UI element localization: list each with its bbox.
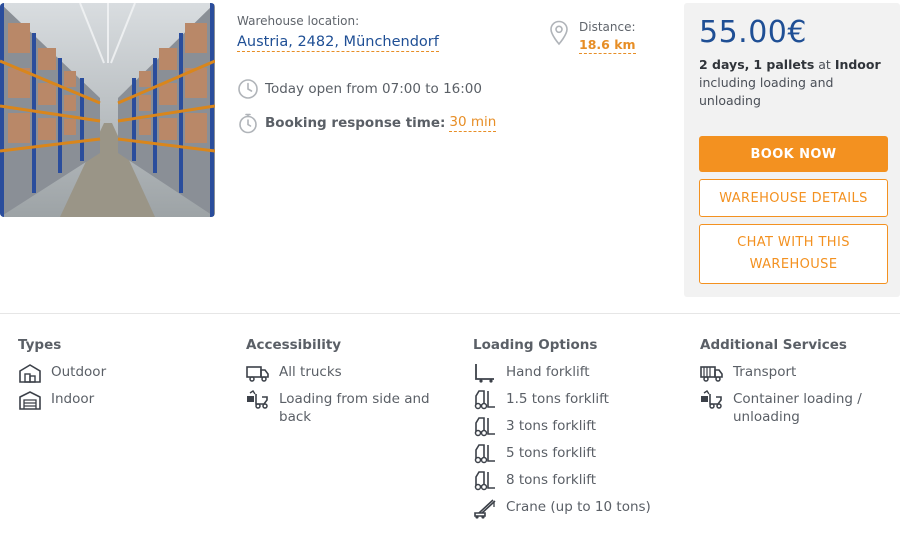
loading-label: 8 tons forklift [506,472,597,488]
booking-summary: 2 days, 1 pallets at Indoor including lo… [699,56,885,110]
service-label: Container loading / unloading [733,391,862,425]
summary-note: including loading and unloading [699,75,834,108]
truck-icon [246,363,270,383]
response-value[interactable]: 30 min [449,114,497,132]
additional-services-section: Additional Services Transport Container … [700,337,900,433]
type-item-indoor: Indoor [18,390,218,410]
loading-item-forklift-5: 5 tons forklift [473,444,673,464]
loading-item-forklift-1-5: 1.5 tons forklift [473,390,673,410]
forklift-icon [473,417,497,437]
crane-icon [473,498,497,519]
service-item-transport: Transport [700,363,900,383]
distance-value[interactable]: 18.6 km [579,37,636,54]
loading-options-title: Loading Options [473,337,598,353]
book-now-button[interactable]: BOOK NOW [699,136,888,172]
summary-pallets: 1 pallets [753,57,815,72]
opening-hours: Today open from 07:00 to 16:00 [237,78,482,100]
distance-label: Distance: [579,20,636,34]
loading-label: Hand forklift [506,364,590,380]
loading-item-hand-forklift: Hand forklift [473,363,673,383]
loading-options-section: Loading Options Hand forklift 1.5 tons f… [473,337,673,525]
summary-storage: Indoor [834,57,881,72]
loading-label: 5 tons forklift [506,445,597,461]
container-loading-icon [700,390,724,410]
section-divider [0,313,900,314]
loading-label: Crane (up to 10 tons) [506,499,651,515]
price-box: 55.00€ 2 days, 1 pallets at Indoor inclu… [684,3,900,297]
type-item-outdoor: Outdoor [18,363,218,383]
forklift-icon [473,444,497,464]
clock-icon [237,78,259,100]
listing-info: Warehouse location: Austria, 2482, Münch… [237,14,537,134]
distance: Distance: 18.6 km [549,20,636,54]
warehouse-photo[interactable] [0,3,215,217]
stopwatch-icon [237,112,259,134]
accessibility-title: Accessibility [246,337,342,353]
accessibility-label: Loading from side and back [279,391,430,425]
forklift-icon [473,390,497,410]
forklift-icon [473,471,497,491]
warehouse-details-button[interactable]: WAREHOUSE DETAILS [699,179,888,217]
loading-label: 1.5 tons forklift [506,391,609,407]
outdoor-warehouse-icon [18,363,42,383]
service-item-container-loading: Container loading / unloading [700,390,900,426]
service-label: Transport [733,364,797,380]
additional-services-title: Additional Services [700,337,847,353]
types-section: Types Outdoor Indoor [18,337,218,417]
price: 55.00€ [699,15,807,50]
type-label: Outdoor [51,364,107,380]
types-title: Types [18,337,62,353]
response-label: Booking response time: [265,115,446,131]
loading-label: 3 tons forklift [506,418,597,434]
loading-item-crane: Crane (up to 10 tons) [473,498,673,519]
booking-response: Booking response time: 30 min [237,112,497,134]
accessibility-section: Accessibility All trucks Loading from si… [246,337,446,433]
transport-truck-icon [700,363,724,383]
hand-forklift-icon [473,363,497,383]
location-link[interactable]: Austria, 2482, Münchendorf [237,34,439,52]
loading-item-forklift-8: 8 tons forklift [473,471,673,491]
indoor-warehouse-icon [18,390,42,410]
accessibility-item-side-loading: Loading from side and back [246,390,446,426]
chat-with-warehouse-button[interactable]: CHAT WITH THIS WAREHOUSE [699,224,888,284]
side-loading-icon [246,390,270,410]
opening-hours-text: Today open from 07:00 to 16:00 [265,81,482,97]
type-label: Indoor [51,391,95,407]
location-pin-icon [549,20,569,46]
location-label: Warehouse location: [237,14,360,28]
accessibility-label: All trucks [279,364,342,380]
summary-days: 2 days, [699,57,750,72]
loading-item-forklift-3: 3 tons forklift [473,417,673,437]
accessibility-item-trucks: All trucks [246,363,446,383]
summary-at: at [818,57,831,72]
